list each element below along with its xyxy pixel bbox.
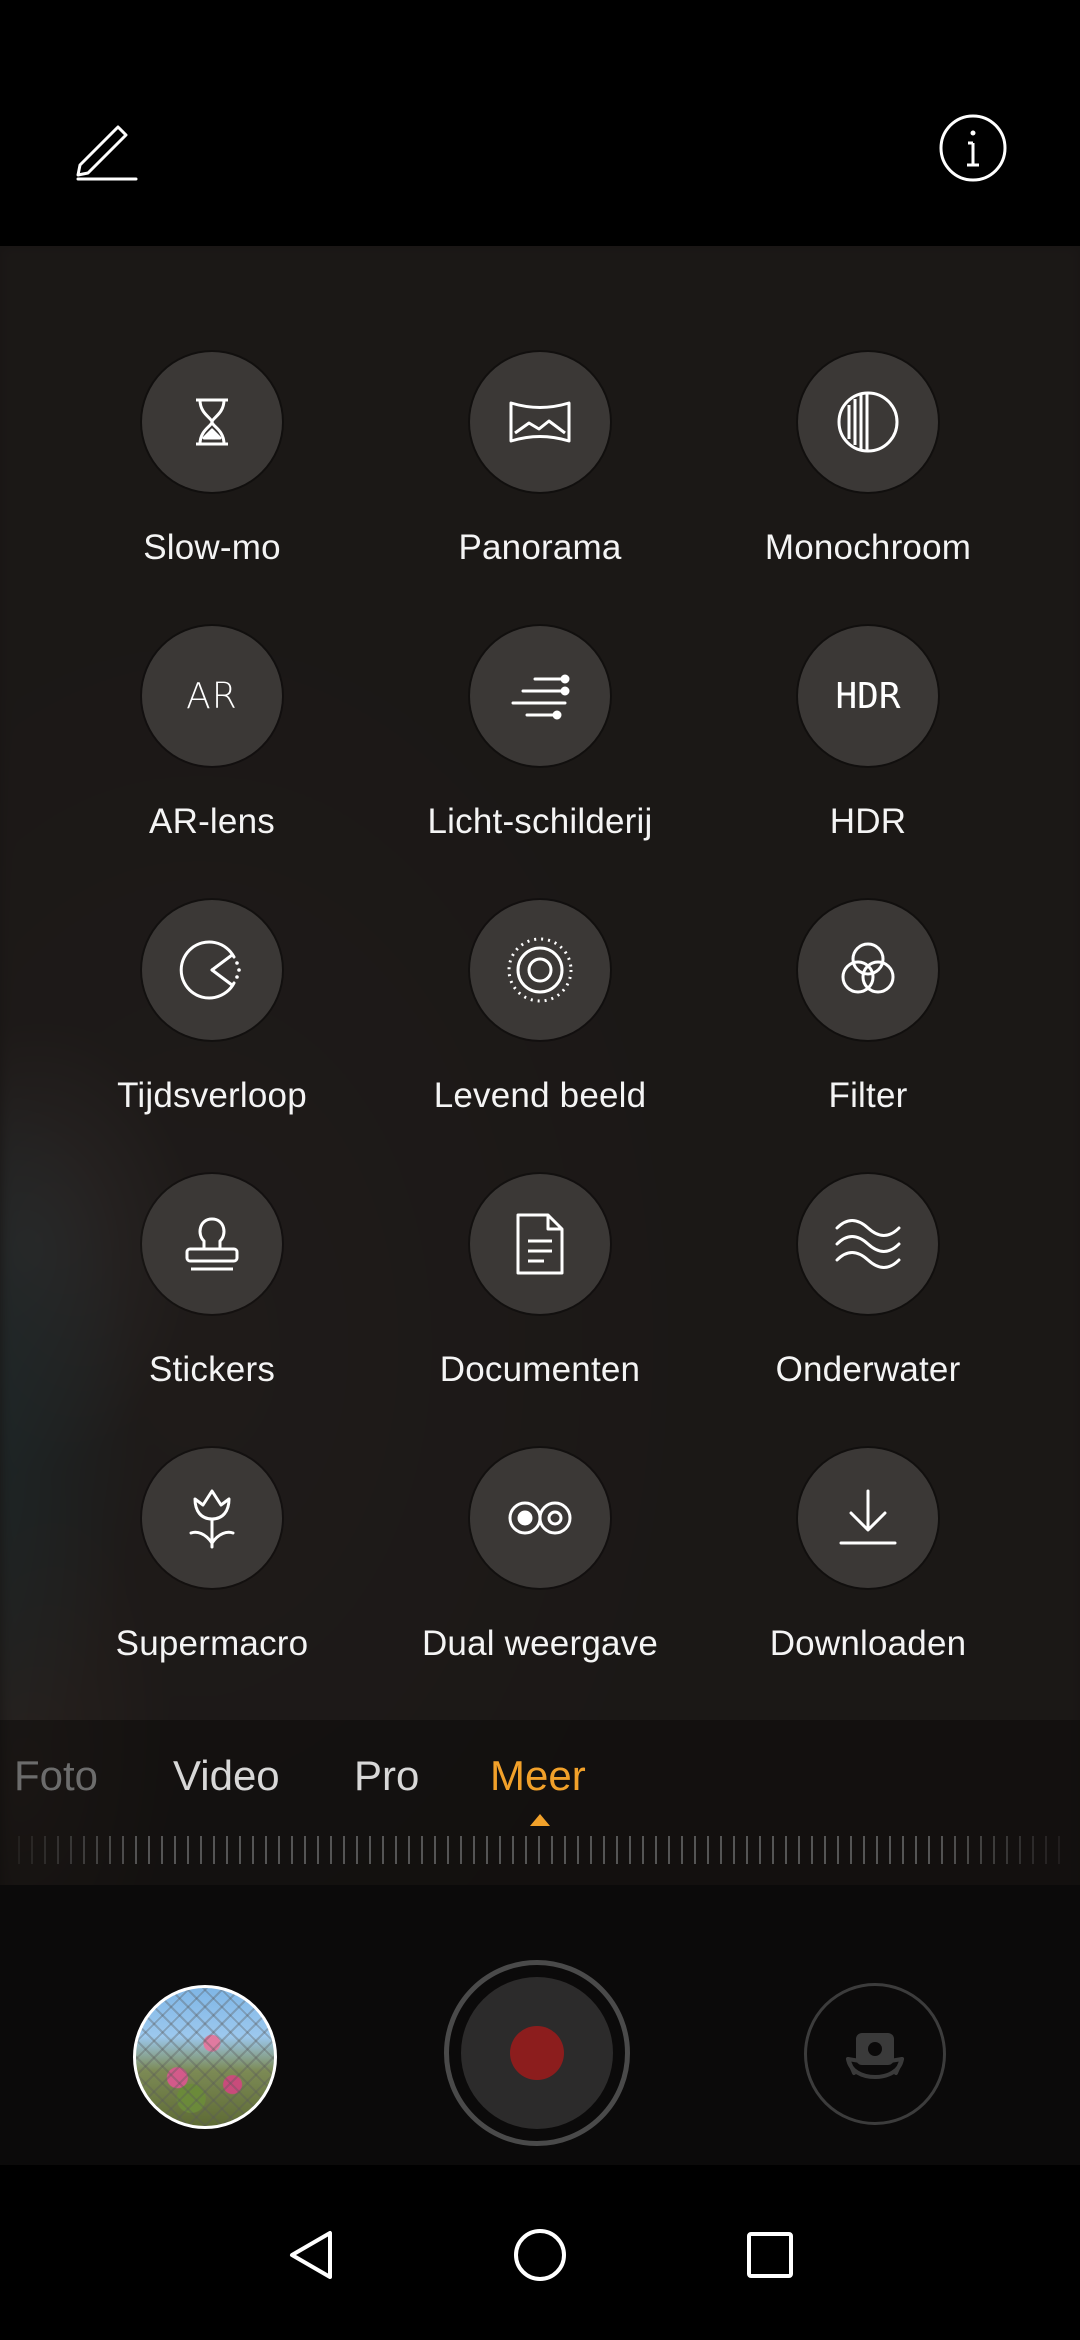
filter-circles-icon [841,942,895,994]
mode-icon-circle: AR [142,626,282,766]
mode-icon-circle [470,1448,610,1588]
tab-video[interactable]: Video [173,1752,280,1800]
mode-icon-circle [798,900,938,1040]
shutter-inner [461,1977,613,2129]
mode-download[interactable]: Downloaden [718,1448,1018,1698]
monochrome-icon [837,391,899,453]
tab-pro[interactable]: Pro [354,1752,419,1800]
edit-modes-button[interactable] [62,103,152,193]
mode-label: Licht-schilderij [427,802,653,841]
mode-light-painting[interactable]: Licht-schilderij [390,626,690,876]
hdr-icon: HDR [835,675,901,717]
mode-label: Onderwater [775,1350,961,1389]
mode-filter[interactable]: Filter [718,900,1018,1150]
mode-slow-mo[interactable]: Slow-mo [62,352,362,602]
mode-icon-circle: HDR [798,626,938,766]
info-button[interactable] [928,103,1018,193]
camera-controls [0,1885,1080,2165]
back-triangle-icon [290,2231,332,2279]
panorama-icon [509,401,571,443]
mode-live-photo[interactable]: Levend beeld [390,900,690,1150]
document-icon [516,1213,564,1275]
mode-monochrome[interactable]: Monochroom [718,352,1018,602]
system-nav-bar [0,2165,1080,2340]
light-trails-icon [511,674,570,720]
mode-timelapse[interactable]: Tijdsverloop [62,900,362,1150]
more-modes-panel: Slow-mo Panorama Monochroom AR AR-lens L… [0,246,1080,1720]
mode-label: Filter [828,1076,908,1115]
nav-recents-button[interactable] [730,2215,810,2295]
mode-dual-view[interactable]: Dual weergave [390,1448,690,1698]
flower-icon [189,1489,235,1549]
mode-icon-circle [798,1174,938,1314]
top-bar [0,0,1080,246]
mode-label: Tijdsverloop [117,1076,307,1115]
dual-view-icon [508,1501,572,1535]
switch-camera-icon [846,2033,904,2079]
mode-icon-circle [798,1448,938,1588]
mode-label: Supermacro [115,1624,309,1663]
mode-supermacro[interactable]: Supermacro [62,1448,362,1698]
home-circle-icon [514,2229,566,2281]
mode-icon-circle [798,352,938,492]
mode-icon-circle [470,1174,610,1314]
mode-hdr[interactable]: HDR HDR [718,626,1018,876]
mode-label: Levend beeld [433,1076,647,1115]
mode-icon-circle [142,352,282,492]
mode-icon-circle [142,900,282,1040]
info-icon [939,114,1007,182]
nav-home-button[interactable] [500,2215,580,2295]
mode-icon-circle [470,626,610,766]
mode-underwater[interactable]: Onderwater [718,1174,1018,1424]
waves-icon [835,1219,901,1269]
timelapse-icon [179,940,241,1000]
video-record-button[interactable] [444,1960,630,2146]
camera-screen: Slow-mo Panorama Monochroom AR AR-lens L… [0,0,1080,2340]
gallery-thumbnail[interactable] [133,1985,277,2129]
mode-label: AR-lens [149,802,275,841]
mode-stickers[interactable]: Stickers [62,1174,362,1424]
live-photo-icon [507,937,573,1003]
pencil-icon [76,125,138,181]
recents-square-icon [747,2232,793,2278]
tab-meer[interactable]: Meer [490,1752,586,1800]
mode-panorama[interactable]: Panorama [390,352,690,602]
mode-label: Dual weergave [421,1624,659,1663]
switch-camera-button[interactable] [804,1983,946,2125]
active-tab-indicator [530,1814,550,1826]
mode-label: Downloaden [769,1624,967,1663]
nav-back-button[interactable] [270,2215,350,2295]
mode-label: Panorama [458,528,622,567]
mode-label: Monochroom [764,528,972,567]
mode-icon-circle [470,352,610,492]
tab-foto[interactable]: Foto [14,1752,98,1800]
mode-documents[interactable]: Documenten [390,1174,690,1424]
mode-label: Documenten [439,1350,641,1389]
mode-icon-circle [470,900,610,1040]
ar-icon: AR [186,675,238,717]
mode-label: Slow-mo [143,528,281,567]
mode-ar-lens[interactable]: AR AR-lens [62,626,362,876]
hourglass-icon [196,398,228,446]
record-dot [510,2026,564,2080]
download-icon [839,1489,897,1545]
stamp-icon [185,1217,239,1271]
mode-icon-circle [142,1174,282,1314]
mode-label: HDR [829,802,907,841]
mode-label: Stickers [148,1350,276,1389]
zoom-ruler[interactable] [18,1836,1062,1864]
mode-icon-circle [142,1448,282,1588]
